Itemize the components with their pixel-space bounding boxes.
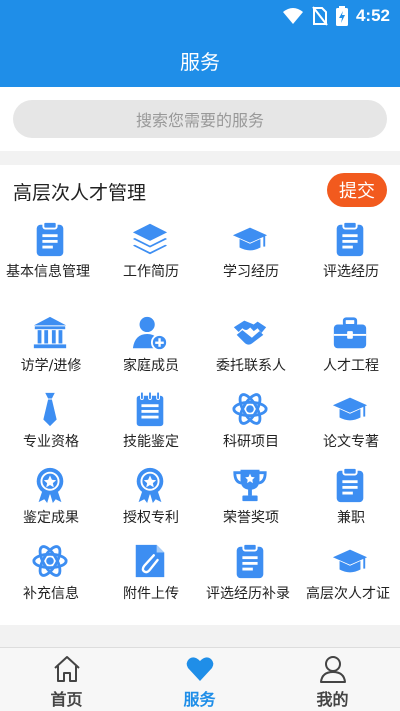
grid-item-honors[interactable]: 荣誉奖项: [200, 463, 300, 541]
grid-item-work-resume[interactable]: 工作简历: [100, 217, 200, 295]
medal-icon: [36, 467, 64, 504]
handshake-icon: [233, 320, 267, 345]
atom-icon: [232, 393, 268, 425]
grid-item-attachment-upload[interactable]: 附件上传: [100, 539, 200, 617]
grid-item-label: 访学/进修: [20, 358, 82, 374]
graduation-cap-icon: [332, 549, 368, 573]
clipboard-icon: [336, 220, 364, 257]
status-time: 4:52: [355, 6, 390, 25]
status-bar: 4:52: [0, 0, 400, 34]
nav-mine[interactable]: 我的: [266, 648, 399, 711]
grid-item-visiting-study[interactable]: 访学/进修: [0, 311, 100, 389]
clipboard-icon: [236, 542, 264, 579]
nav-service-label: 服务: [183, 690, 216, 709]
grid-item-label: 技能鉴定: [123, 434, 179, 450]
search-input[interactable]: 搜索您需要的服务: [13, 100, 387, 138]
necktie-icon: [43, 392, 57, 427]
grid-item-selection-supplement[interactable]: 评选经历补录: [200, 539, 300, 617]
grid-item-label: 人才工程: [323, 358, 379, 374]
grid-item-label: 学习经历: [223, 264, 279, 280]
grid-item-study-history[interactable]: 学习经历: [200, 217, 300, 295]
nav-home-label: 首页: [50, 690, 83, 709]
grid-item-basic-info[interactable]: 基本信息管理: [0, 217, 100, 295]
grid-item-patents[interactable]: 授权专利: [100, 463, 200, 541]
grid-item-skill-appraisal[interactable]: 技能鉴定: [100, 387, 200, 465]
grid-item-label: 论文专著: [323, 434, 379, 450]
clipboard-icon: [336, 466, 364, 503]
atom-icon: [32, 545, 68, 577]
grid-item-supplementary-info[interactable]: 补充信息: [0, 539, 100, 617]
grid-item-label: 评选经历补录: [206, 586, 290, 602]
grid-item-papers[interactable]: 论文专著: [300, 387, 400, 465]
grid-item-label: 附件上传: [123, 586, 179, 602]
grid-item-research-projects[interactable]: 科研项目: [200, 387, 300, 465]
clipboard-icon: [36, 220, 64, 257]
grid-item-label: 授权专利: [123, 510, 179, 526]
nav-home[interactable]: 首页: [0, 648, 133, 711]
nav-service[interactable]: 服务: [133, 648, 266, 711]
panel-header: 高层次人才管理 提交: [0, 165, 400, 215]
grid-item-professional-qualification[interactable]: 专业资格: [0, 387, 100, 465]
grid-row: 鉴定成果 授权专利 荣誉奖项 兼职: [0, 463, 400, 541]
grid-item-label: 专业资格: [23, 434, 79, 450]
institution-icon: [33, 316, 67, 349]
grid-item-part-time[interactable]: 兼职: [300, 463, 400, 541]
grid-item-label: 评选经历: [323, 264, 379, 280]
page-title: 服务: [180, 50, 220, 74]
app-bar: 服务: [0, 34, 400, 87]
service-panel: 高层次人才管理 提交 基本信息管理 工作简历 学习经历 评选经历 访学/进修 家…: [0, 165, 400, 625]
grid-row: 专业资格 技能鉴定 科研项目 论文专著: [0, 387, 400, 465]
grid-item-label: 补充信息: [23, 586, 79, 602]
grid-row: 补充信息 附件上传 评选经历补录 高层次人才证: [0, 539, 400, 617]
nav-mine-label: 我的: [316, 690, 349, 709]
grid-row: 访学/进修 家庭成员 委托联系人 人才工程: [0, 311, 400, 389]
grid-item-label: 基本信息管理: [6, 264, 90, 280]
grid-item-label: 兼职: [337, 510, 365, 526]
grid-item-appraisal-results[interactable]: 鉴定成果: [0, 463, 100, 541]
grid-item-talent-project[interactable]: 人才工程: [300, 311, 400, 389]
graduation-cap-icon: [332, 397, 368, 421]
search-section: 搜索您需要的服务: [0, 87, 400, 151]
grid-item-trusted-contact[interactable]: 委托联系人: [200, 311, 300, 389]
grid-item-label: 家庭成员: [123, 358, 179, 374]
battery-charging-icon: [335, 6, 348, 26]
submit-button[interactable]: 提交: [327, 173, 387, 207]
grid-item-label: 科研项目: [223, 434, 279, 450]
user-icon: [319, 656, 346, 683]
grid-item-label: 委托联系人: [216, 358, 286, 374]
add-user-icon: [132, 316, 169, 352]
no-sim-icon: [312, 6, 328, 26]
submit-button-label: 提交: [339, 181, 375, 202]
grid-item-label: 荣誉奖项: [223, 510, 279, 526]
heart-icon: [186, 657, 213, 681]
layers-icon: [132, 223, 168, 255]
notepad-icon: [136, 391, 164, 427]
status-icons: 4:52: [282, 6, 390, 26]
toolbox-icon: [333, 317, 367, 349]
graduation-cap-icon: [232, 227, 268, 251]
wifi-icon: [282, 8, 303, 24]
trophy-icon: [233, 469, 267, 502]
home-icon: [53, 656, 80, 682]
panel-title: 高层次人才管理: [13, 182, 147, 204]
search-placeholder: 搜索您需要的服务: [135, 111, 264, 130]
medal-icon: [136, 467, 164, 504]
bottom-nav: 首页 服务 我的: [0, 647, 400, 711]
grid-item-selection-history[interactable]: 评选经历: [300, 217, 400, 295]
grid-item-talent-certificate[interactable]: 高层次人才证: [300, 539, 400, 617]
grid-item-label: 鉴定成果: [23, 510, 79, 526]
grid-item-family-members[interactable]: 家庭成员: [100, 311, 200, 389]
grid-row: 基本信息管理 工作简历 学习经历 评选经历: [0, 217, 400, 295]
paperclip-file-icon: [135, 544, 165, 578]
grid-item-label: 高层次人才证: [306, 586, 390, 602]
grid-item-label: 工作简历: [123, 264, 179, 280]
